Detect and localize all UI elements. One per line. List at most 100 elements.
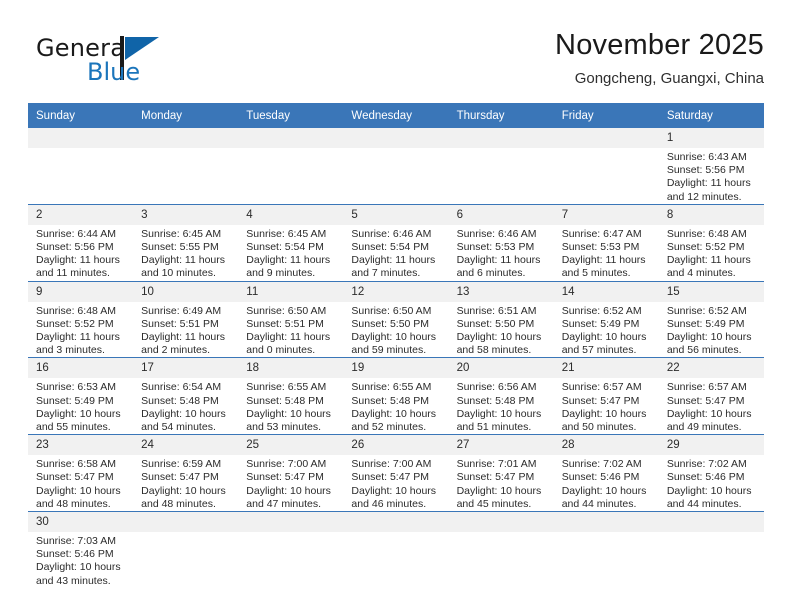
calendar-cell-empty (343, 128, 449, 205)
daylight-text: Daylight: 10 hours and 50 minutes. (561, 407, 647, 434)
weekday-header-monday: Monday (133, 103, 239, 128)
day-details: Sunrise: 6:43 AM Sunset: 5:56 PM Daylight:… (659, 148, 764, 204)
calendar-cell-day[interactable]: 23 Sunrise: 6:58 AM Sunset: 5:47 PM Dayligh… (28, 434, 134, 512)
page-title: November 2025 (555, 29, 764, 61)
day-details: Sunrise: 7:01 AM Sunset: 5:47 PM Daylight:… (449, 455, 554, 511)
sunset-text: Sunset: 5:47 PM (141, 471, 219, 484)
daylight-text: Daylight: 10 hours and 54 minutes. (141, 407, 226, 434)
daylight-text: Daylight: 10 hours and 43 minutes. (36, 561, 121, 587)
day-number: 27 (448, 435, 554, 456)
calendar-cell-day[interactable]: 17 Sunrise: 6:54 AM Sunset: 5:48 PM Dayligh… (133, 357, 239, 435)
triangle-logo-icon (125, 37, 159, 60)
day-number: 25 (238, 435, 344, 456)
calendar-cell-day[interactable]: 2 Sunrise: 6:44 AM Sunset: 5:56 PM Daylight… (28, 203, 134, 282)
daylight-text: Daylight: 10 hours and 56 minutes. (666, 331, 752, 357)
daylight-text: Daylight: 10 hours and 44 minutes. (561, 484, 647, 510)
calendar-cell-day[interactable]: 27 Sunrise: 7:01 AM Sunset: 5:47 PM Dayligh… (448, 434, 554, 512)
calendar-cell-day[interactable]: 3 Sunrise: 6:45 AM Sunset: 5:55 PM Daylight… (133, 203, 239, 282)
day-details: Sunrise: 7:00 AM Sunset: 5:47 PM Daylight:… (343, 455, 448, 511)
calendar-cell-day[interactable]: 15 Sunrise: 6:52 AM Sunset: 5:49 PM Dayligh… (658, 280, 764, 358)
sunset-text: Sunset: 5:56 PM (36, 241, 114, 254)
daylight-text: Daylight: 10 hours and 51 minutes. (456, 407, 542, 434)
calendar-cell-empty (448, 128, 554, 205)
sunset-text: Sunset: 5:54 PM (351, 241, 430, 254)
day-number-placeholder (553, 512, 659, 533)
calendar-cell-day[interactable]: 16 Sunrise: 6:53 AM Sunset: 5:49 PM Dayligh… (28, 357, 134, 435)
weekday-header-friday: Friday (553, 103, 659, 128)
daylight-text: Daylight: 11 hours and 5 minutes. (561, 254, 646, 280)
daylight-text: Daylight: 10 hours and 48 minutes. (36, 484, 121, 510)
calendar-cell-day[interactable]: 1 Sunrise: 6:43 AM Sunset: 5:56 PM Daylight… (658, 128, 764, 205)
calendar-cell-day[interactable]: 29 Sunrise: 7:02 AM Sunset: 5:46 PM Dayligh… (658, 434, 764, 512)
calendar-cell-day[interactable]: 30 Sunrise: 7:03 AM Sunset: 5:46 PM Dayligh… (28, 511, 134, 588)
sunrise-text: Sunrise: 6:45 AM (246, 227, 327, 240)
calendar-cell-day[interactable]: 7 Sunrise: 6:47 AM Sunset: 5:53 PM Daylight… (553, 203, 659, 282)
sunrise-text: Sunrise: 6:56 AM (456, 381, 537, 394)
calendar-cell-day[interactable]: 12 Sunrise: 6:50 AM Sunset: 5:50 PM Dayligh… (343, 280, 449, 358)
daylight-text: Daylight: 11 hours and 3 minutes. (36, 331, 120, 357)
sunset-text: Sunset: 5:49 PM (666, 317, 745, 330)
day-number: 12 (343, 281, 449, 302)
calendar-cell-day[interactable]: 13 Sunrise: 6:51 AM Sunset: 5:50 PM Dayligh… (448, 280, 554, 358)
day-details: Sunrise: 6:45 AM Sunset: 5:54 PM Daylight:… (238, 225, 343, 281)
calendar-cell-empty (133, 511, 239, 588)
daylight-text: Daylight: 10 hours and 58 minutes. (456, 331, 542, 357)
brand-name-blue: Blue (87, 58, 141, 86)
calendar-cell-day[interactable]: 22 Sunrise: 6:57 AM Sunset: 5:47 PM Dayligh… (658, 357, 764, 435)
general-blue-logo[interactable]: General Blue (36, 34, 216, 92)
calendar-cell-day[interactable]: 24 Sunrise: 6:59 AM Sunset: 5:47 PM Dayligh… (133, 434, 239, 512)
calendar-cell-day[interactable]: 11 Sunrise: 6:50 AM Sunset: 5:51 PM Dayligh… (238, 280, 344, 358)
day-number: 5 (343, 204, 449, 225)
sunrise-text: Sunrise: 6:58 AM (36, 458, 116, 471)
calendar-cell-day[interactable]: 18 Sunrise: 6:55 AM Sunset: 5:48 PM Dayligh… (238, 357, 344, 435)
sunset-text: Sunset: 5:47 PM (666, 394, 745, 407)
day-number: 22 (658, 358, 764, 379)
calendar-cell-day[interactable]: 8 Sunrise: 6:48 AM Sunset: 5:52 PM Daylight… (658, 203, 764, 282)
calendar-cell-day[interactable]: 6 Sunrise: 6:46 AM Sunset: 5:53 PM Daylight… (448, 203, 554, 282)
calendar-cell-day[interactable]: 9 Sunrise: 6:48 AM Sunset: 5:52 PM Daylight… (28, 280, 134, 358)
calendar-cell-day[interactable]: 25 Sunrise: 7:00 AM Sunset: 5:47 PM Dayligh… (238, 434, 344, 512)
day-number: 2 (28, 204, 134, 225)
day-number: 7 (553, 204, 659, 225)
calendar-cell-day[interactable]: 19 Sunrise: 6:55 AM Sunset: 5:48 PM Dayligh… (343, 357, 449, 435)
day-number: 28 (553, 435, 659, 456)
weekday-header-thursday: Thursday (448, 103, 554, 128)
sunrise-text: Sunrise: 6:48 AM (36, 304, 116, 317)
day-details: Sunrise: 6:46 AM Sunset: 5:53 PM Daylight:… (449, 225, 554, 281)
calendar-cell-day[interactable]: 20 Sunrise: 6:56 AM Sunset: 5:48 PM Dayligh… (448, 357, 554, 435)
calendar-week-row: 23 Sunrise: 6:58 AM Sunset: 5:47 PM Dayligh… (28, 434, 764, 512)
sunrise-text: Sunrise: 6:54 AM (141, 381, 222, 394)
day-details: Sunrise: 6:57 AM Sunset: 5:47 PM Daylight:… (659, 378, 764, 434)
calendar-cell-day[interactable]: 21 Sunrise: 6:57 AM Sunset: 5:47 PM Dayligh… (553, 357, 659, 435)
calendar-cell-day[interactable]: 4 Sunrise: 6:45 AM Sunset: 5:54 PM Daylight… (238, 203, 344, 282)
day-details: Sunrise: 6:58 AM Sunset: 5:47 PM Daylight:… (28, 455, 133, 511)
day-number: 23 (28, 435, 134, 456)
day-number: 3 (133, 204, 239, 225)
calendar-cell-empty (133, 128, 239, 205)
sunrise-text: Sunrise: 6:55 AM (246, 381, 327, 394)
day-number-placeholder (133, 512, 239, 533)
calendar-cell-day[interactable]: 10 Sunrise: 6:49 AM Sunset: 5:51 PM Dayligh… (133, 280, 239, 358)
sunrise-text: Sunrise: 6:50 AM (351, 304, 432, 317)
sunset-text: Sunset: 5:47 PM (561, 394, 640, 407)
calendar-cell-day[interactable]: 28 Sunrise: 7:02 AM Sunset: 5:46 PM Dayligh… (553, 434, 659, 512)
sunrise-text: Sunrise: 6:48 AM (666, 227, 747, 240)
sunset-text: Sunset: 5:54 PM (246, 241, 324, 254)
calendar-cell-day[interactable]: 26 Sunrise: 7:00 AM Sunset: 5:47 PM Dayligh… (343, 434, 449, 512)
day-details: Sunrise: 7:02 AM Sunset: 5:46 PM Daylight:… (659, 455, 764, 511)
calendar-cell-day[interactable]: 5 Sunrise: 6:46 AM Sunset: 5:54 PM Daylight… (343, 203, 449, 282)
sunset-text: Sunset: 5:56 PM (666, 164, 745, 177)
day-number: 1 (658, 128, 764, 148)
calendar-week-row: 1 Sunrise: 6:43 AM Sunset: 5:56 PM Daylight… (28, 128, 764, 205)
sunrise-text: Sunrise: 7:01 AM (456, 458, 537, 471)
calendar-cell-day[interactable]: 14 Sunrise: 6:52 AM Sunset: 5:49 PM Dayligh… (553, 280, 659, 358)
sunrise-text: Sunrise: 6:51 AM (456, 304, 537, 317)
sunset-text: Sunset: 5:48 PM (456, 394, 535, 407)
day-details: Sunrise: 6:50 AM Sunset: 5:50 PM Daylight:… (343, 302, 448, 358)
daylight-text: Daylight: 11 hours and 7 minutes. (351, 254, 436, 280)
sunset-text: Sunset: 5:52 PM (36, 317, 114, 330)
calendar-week-row: 2 Sunrise: 6:44 AM Sunset: 5:56 PM Daylight… (28, 203, 764, 282)
day-number: 21 (553, 358, 659, 379)
calendar-cell-empty (553, 511, 659, 588)
day-number: 11 (238, 281, 344, 302)
